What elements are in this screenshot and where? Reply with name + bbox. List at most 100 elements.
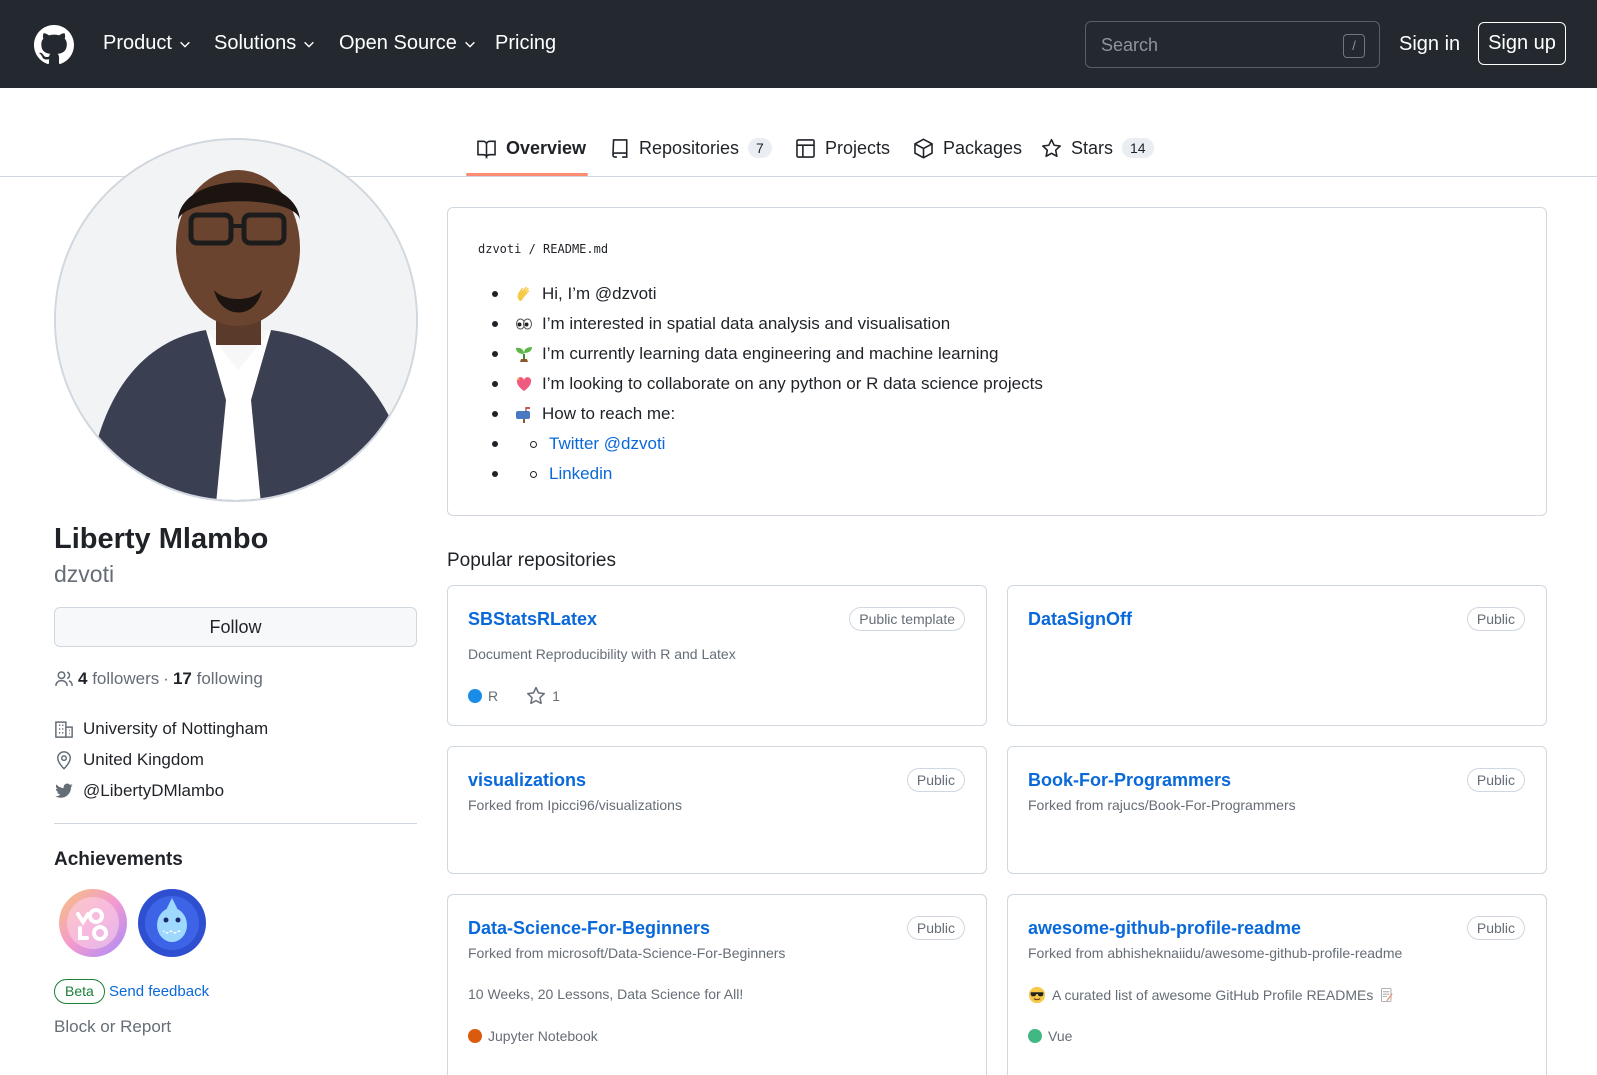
tab-projects[interactable]: Projects [795, 135, 890, 161]
repo-forked-from: Forked from Ipicci96/visualizations [468, 797, 682, 813]
nav-pricing[interactable]: Pricing [495, 32, 556, 55]
readme-path-file[interactable]: README.md [543, 242, 608, 256]
following-link[interactable]: 17 following [173, 669, 263, 689]
achievement-pull-shark-badge[interactable] [137, 888, 207, 958]
bullet-dot [492, 381, 498, 387]
repo-language: Jupyter Notebook [488, 1028, 598, 1044]
profile-full-name: Liberty Mlambo [54, 523, 269, 555]
nav-product[interactable]: Product [103, 32, 192, 55]
tab-projects-label: Projects [825, 137, 891, 158]
nav-open-source-label: Open Source [339, 32, 457, 54]
twitter-link[interactable]: Twitter @dzvoti [549, 434, 665, 454]
repositories-count-badge: 7 [748, 138, 772, 158]
followers-row: 4 followers · 17 following [54, 669, 263, 689]
sidebar-divider [54, 823, 417, 824]
achievement-yolo-badge[interactable] [58, 888, 128, 958]
readme-path-user[interactable]: dzvoti [478, 242, 521, 256]
follow-button[interactable]: Follow [54, 607, 417, 647]
repo-meta: Vue [1028, 1028, 1072, 1044]
language-color-dot [468, 1029, 482, 1043]
following-count: 17 [172, 669, 192, 688]
yolo-badge-icon [59, 889, 127, 957]
stars-count-badge: 14 [1122, 138, 1154, 158]
block-or-report-link[interactable]: Block or Report [54, 1017, 171, 1037]
github-logo-icon[interactable] [34, 25, 74, 65]
repo-card: awesome-github-profile-readme Public For… [1007, 894, 1547, 1075]
repo-card: Data-Science-For-Beginners Public Forked… [447, 894, 987, 1075]
seedling-icon [516, 347, 532, 362]
readme-list-item: I’m looking to collaborate on any python… [492, 374, 1043, 394]
repo-name-link[interactable]: awesome-github-profile-readme [1028, 918, 1301, 939]
repo-description: Document Reproducibility with R and Late… [468, 646, 736, 662]
bullet-circle [530, 470, 537, 478]
repo-description-row: A curated list of awesome GitHub Profile… [1028, 986, 1395, 1004]
location-icon [56, 751, 72, 770]
repo-name-link[interactable]: Data-Science-For-Beginners [468, 918, 710, 939]
chevron-down-icon [180, 41, 190, 48]
bullet-circle [530, 440, 537, 448]
bullet-dot [492, 291, 498, 297]
repo-name-link[interactable]: DataSignOff [1028, 609, 1132, 630]
repo-card: DataSignOff Public [1007, 585, 1547, 726]
repo-name-link[interactable]: visualizations [468, 770, 586, 791]
readme-item-text: How to reach me: [542, 404, 676, 423]
sign-in-link[interactable]: Sign in [1399, 33, 1460, 56]
avatar[interactable] [54, 138, 418, 502]
readme-list-item: I’m currently learning data engineering … [492, 344, 998, 364]
bullet-dot [492, 351, 498, 357]
linkedin-link[interactable]: Linkedin [549, 464, 612, 484]
project-table-icon [796, 138, 815, 158]
sign-up-button[interactable]: Sign up [1478, 22, 1566, 65]
tab-stars[interactable]: Stars 14 [1041, 135, 1154, 161]
mailbox-icon [516, 407, 530, 423]
nav-solutions-label: Solutions [214, 32, 297, 54]
tab-repositories[interactable]: Repositories 7 [609, 135, 772, 161]
send-feedback-link[interactable]: Send feedback [109, 983, 209, 1000]
repo-description: 10 Weeks, 20 Lessons, Data Science for A… [468, 986, 744, 1002]
readme-path-separator: / [521, 242, 544, 256]
shark-badge-icon [138, 889, 206, 957]
repo-icon [612, 138, 628, 158]
tab-overview[interactable]: Overview [476, 135, 586, 161]
followers-link[interactable]: 4 followers [78, 669, 159, 689]
readme-item-text: I’m interested in spatial data analysis … [542, 314, 951, 333]
repo-language: Vue [1048, 1028, 1073, 1044]
nav-open-source[interactable]: Open Source [339, 32, 477, 55]
nav-pricing-label: Pricing [495, 32, 557, 54]
avatar-portrait-image [56, 140, 416, 500]
package-icon [914, 137, 933, 159]
waving-hand-icon [517, 286, 530, 302]
twitter-handle: @LibertyDMlambo [83, 781, 225, 800]
readme-list-item: I’m interested in spatial data analysis … [492, 314, 950, 334]
twitter-row[interactable]: @LibertyDMlambo [54, 781, 224, 801]
search-input[interactable]: Search / [1085, 21, 1380, 68]
bullet-dot [492, 411, 498, 417]
achievements-title: Achievements [54, 849, 183, 870]
bullet-dot [492, 471, 498, 477]
site-header: Product Solutions Open Source Pricing Se… [0, 0, 1597, 88]
language-color-dot [468, 689, 482, 703]
repo-forked-from: Forked from abhisheknaiidu/awesome-githu… [1028, 945, 1403, 961]
popular-repositories-title: Popular repositories [447, 550, 616, 571]
repo-stars-count[interactable]: 1 [552, 688, 560, 704]
tab-packages[interactable]: Packages [913, 135, 1022, 161]
repo-card: SBStatsRLatex Public template Document R… [447, 585, 987, 726]
location-text: United Kingdom [83, 750, 204, 769]
repo-forked-from: Forked from microsoft/Data-Science-For-B… [468, 945, 786, 961]
repo-name-link[interactable]: SBStatsRLatex [468, 609, 597, 630]
sparkling-heart-icon [516, 377, 532, 391]
nav-solutions[interactable]: Solutions [214, 32, 316, 55]
repo-card: Book-For-Programmers Public Forked from … [1007, 746, 1547, 874]
visibility-badge: Public [1466, 916, 1525, 940]
search-placeholder: Search [1101, 35, 1159, 55]
following-label: following [196, 669, 263, 688]
visibility-badge: Public [1466, 607, 1525, 631]
beta-badge: Beta [54, 979, 105, 1004]
visibility-badge: Public [906, 768, 965, 792]
tab-repositories-label: Repositories [639, 137, 740, 158]
profile-readme: dzvoti / README.md Hi, I’m @dzvoti I’m i… [447, 207, 1547, 516]
readme-item-text: Hi, I’m @dzvoti [542, 284, 657, 303]
repo-name-link[interactable]: Book-For-Programmers [1028, 770, 1231, 791]
eyes-icon [516, 318, 532, 330]
language-color-dot [1028, 1029, 1042, 1043]
